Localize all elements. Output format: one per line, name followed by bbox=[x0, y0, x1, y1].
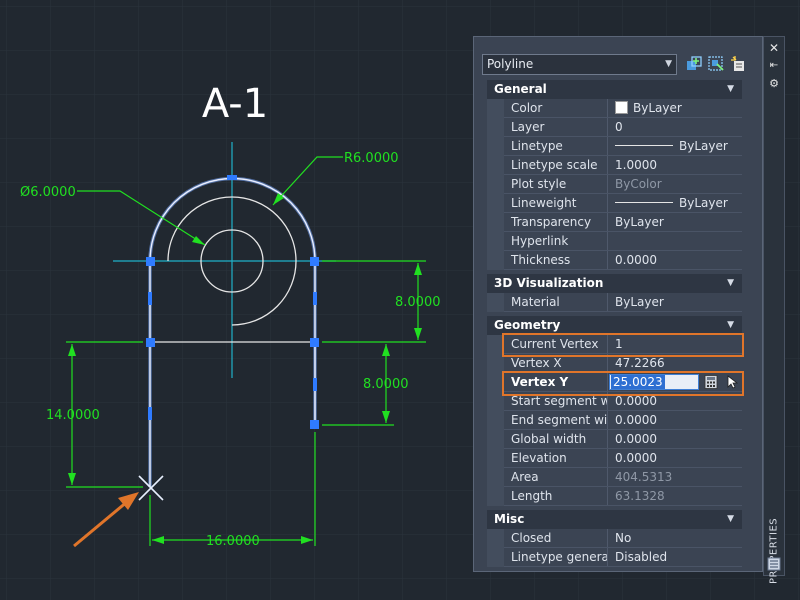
close-icon[interactable]: ✕ bbox=[767, 41, 781, 55]
dim-bottom-width: 16.0000 bbox=[206, 534, 260, 549]
pick-point-icon[interactable] bbox=[726, 375, 738, 389]
prop-row-layer[interactable]: Layer 0 bbox=[504, 118, 742, 137]
auto-hide-icon[interactable]: ⇤ bbox=[767, 59, 781, 73]
object-type-select[interactable]: Polyline ▼ bbox=[482, 54, 677, 75]
calculator-icon[interactable] bbox=[704, 375, 718, 389]
prop-row-plot-style[interactable]: Plot style ByColor bbox=[504, 175, 742, 194]
linetype-preview bbox=[615, 145, 673, 146]
prop-row-material[interactable]: Material ByLayer bbox=[504, 293, 742, 312]
dim-radius: R6.0000 bbox=[344, 151, 399, 166]
vertex-y-input[interactable]: 25.0023 bbox=[609, 374, 699, 390]
properties-palette: Polyline ▼ General ▼ Color ByLayer Layer … bbox=[473, 36, 763, 572]
palette-title: PROPERTIES bbox=[768, 517, 780, 585]
dim-left-height: 14.0000 bbox=[46, 408, 100, 423]
chevron-down-icon: ▼ bbox=[727, 320, 734, 330]
row-gutter bbox=[487, 293, 504, 312]
palette-title-strip: ✕ ⇤ ⚙ PROPERTIES bbox=[763, 36, 785, 584]
prop-row-closed[interactable]: Closed No bbox=[504, 529, 742, 548]
prop-row-thickness[interactable]: Thickness 0.0000 bbox=[504, 251, 742, 270]
prop-row-transparency[interactable]: Transparency ByLayer bbox=[504, 213, 742, 232]
prop-row-hyperlink[interactable]: Hyperlink bbox=[504, 232, 742, 251]
chevron-down-icon: ▼ bbox=[665, 59, 672, 69]
properties-icon[interactable] bbox=[767, 557, 781, 571]
row-gutter bbox=[487, 335, 504, 506]
chevron-down-icon: ▼ bbox=[727, 84, 734, 94]
prop-row-vertex-y[interactable]: Vertex Y 25.0023 bbox=[504, 373, 742, 392]
chevron-down-icon: ▼ bbox=[727, 278, 734, 288]
row-gutter bbox=[487, 529, 504, 567]
toggle-pickadd-icon[interactable] bbox=[685, 55, 703, 73]
prop-row-end-segment-width[interactable]: End segment wi... 0.0000 bbox=[504, 411, 742, 430]
prop-row-linetype-scale[interactable]: Linetype scale 1.0000 bbox=[504, 156, 742, 175]
prop-row-global-width[interactable]: Global width 0.0000 bbox=[504, 430, 742, 449]
section-3d-visualization[interactable]: 3D Visualization ▼ bbox=[487, 274, 742, 293]
section-general[interactable]: General ▼ bbox=[487, 80, 742, 99]
dim-right-lower: 8.0000 bbox=[363, 377, 409, 392]
lineweight-preview bbox=[615, 202, 673, 203]
dim-diameter: Ø6.0000 bbox=[20, 185, 76, 200]
section-misc[interactable]: Misc ▼ bbox=[487, 510, 742, 529]
prop-row-linetype-generation[interactable]: Linetype genera... Disabled bbox=[504, 548, 742, 567]
prop-row-elevation[interactable]: Elevation 0.0000 bbox=[504, 449, 742, 468]
select-objects-icon[interactable] bbox=[707, 55, 725, 73]
prop-row-length[interactable]: Length 63.1328 bbox=[504, 487, 742, 506]
palette-settings-icon[interactable]: ⚙ bbox=[767, 77, 781, 91]
dim-right-upper: 8.0000 bbox=[395, 295, 441, 310]
prop-row-vertex-x[interactable]: Vertex X 47.2266 bbox=[504, 354, 742, 373]
prop-row-lineweight[interactable]: Lineweight ByLayer bbox=[504, 194, 742, 213]
color-swatch bbox=[615, 101, 628, 114]
prop-row-start-segment-width[interactable]: Start segment w... 0.0000 bbox=[504, 392, 742, 411]
prop-row-color[interactable]: Color ByLayer bbox=[504, 99, 742, 118]
chevron-down-icon: ▼ bbox=[727, 514, 734, 524]
section-geometry[interactable]: Geometry ▼ bbox=[487, 316, 742, 335]
row-gutter bbox=[487, 99, 504, 270]
quick-select-icon[interactable] bbox=[730, 55, 748, 73]
prop-row-linetype[interactable]: Linetype ByLayer bbox=[504, 137, 742, 156]
prop-row-current-vertex[interactable]: Current Vertex 1 bbox=[504, 335, 742, 354]
drawing-title: A-1 bbox=[202, 81, 268, 127]
prop-row-area[interactable]: Area 404.5313 bbox=[504, 468, 742, 487]
